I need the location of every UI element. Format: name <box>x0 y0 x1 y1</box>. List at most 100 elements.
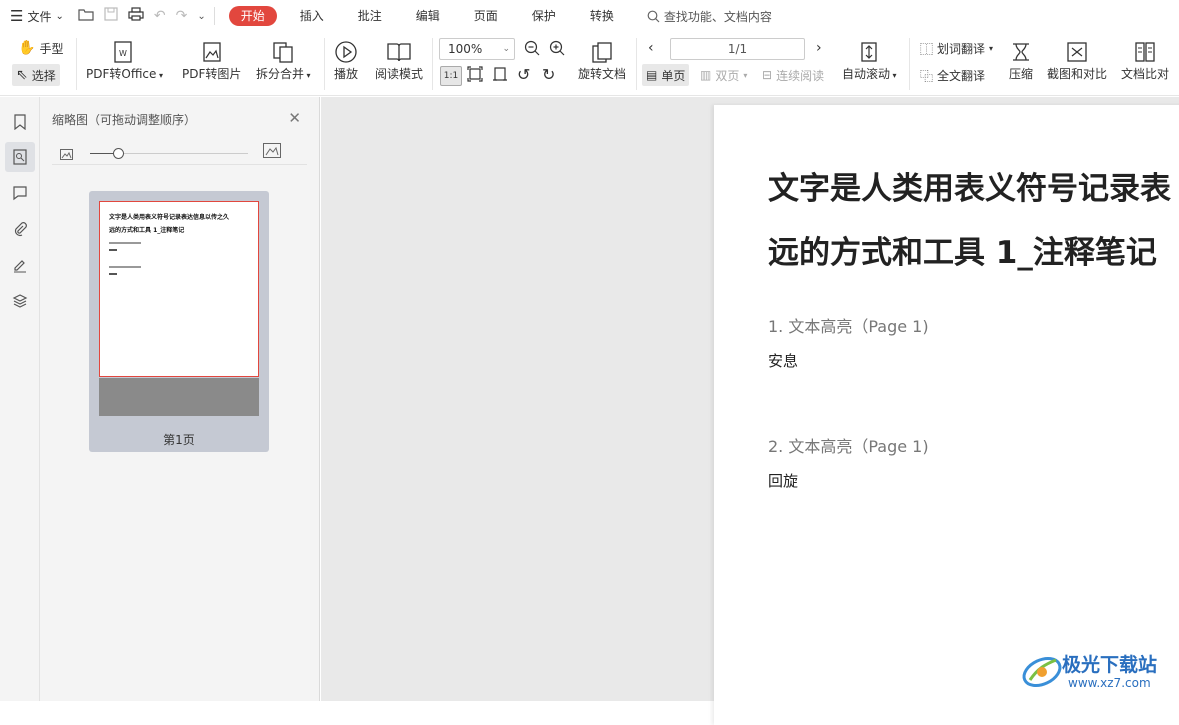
file-menu-label: 文件 <box>27 9 52 24</box>
continuous-read-button[interactable]: ⊟ 连续阅读 <box>758 64 828 86</box>
image-icon <box>200 38 224 66</box>
thumbnail-text-line: 文字是人类用表义符号记录表达信息以传之久 <box>109 214 230 221</box>
auto-scroll-icon <box>857 38 881 66</box>
split-merge-button[interactable]: 拆分合并 ▾ <box>256 38 311 84</box>
thumbnail-footer <box>99 378 259 416</box>
tab-edit[interactable]: 编辑 <box>399 0 457 32</box>
split-merge-icon <box>271 38 295 66</box>
close-icon[interactable]: ✕ <box>288 109 301 127</box>
single-page-icon: ▤ <box>646 68 658 82</box>
doc-compare-button[interactable]: 文档比对 <box>1121 38 1169 82</box>
word-translate-label: 划词翻译 <box>937 41 986 56</box>
play-button[interactable]: 播放 <box>334 38 358 82</box>
compare-icon <box>1133 38 1157 66</box>
compress-button[interactable]: 压缩 <box>1009 38 1033 82</box>
zoom-value: 100% <box>448 42 483 56</box>
small-image-icon <box>60 145 73 164</box>
continuous-read-label: 连续阅读 <box>776 68 825 83</box>
attachment-icon[interactable] <box>5 214 35 244</box>
hand-tool-button[interactable]: ✋ 手型 <box>14 37 67 59</box>
thumbnail-size-slider[interactable] <box>52 141 307 165</box>
pdf-to-image-label: PDF转图片 <box>182 67 242 81</box>
select-tool-button[interactable]: ⇖ 选择 <box>12 64 60 86</box>
document-title-line1: 文字是人类用表义符号记录表 <box>768 171 1171 207</box>
file-menu[interactable]: ☰ 文件 ⌄ <box>10 7 64 25</box>
menu-bar: ☰ 文件 ⌄ ↶ ↷ ⌄ 开始 插入 批注 编辑 页面 保护 转换 查找功能、文… <box>0 0 1179 32</box>
zoom-select[interactable]: 100% ⌄ <box>439 38 515 60</box>
split-merge-label: 拆分合并 <box>256 67 305 81</box>
ribbon-toolbar: ✋ 手型 ⇖ 选择 W PDF转Office ▾ PDF转图片 拆分合并 ▾ 播… <box>0 32 1179 96</box>
translate-icon: ⿰ <box>920 42 934 58</box>
single-page-button[interactable]: ▤ 单页 <box>642 64 690 86</box>
rotate-right-icon[interactable]: ↻ <box>542 65 555 84</box>
svg-text:W: W <box>119 49 127 58</box>
redo-icon[interactable]: ↷ <box>176 8 188 24</box>
chevron-down-icon: ⌄ <box>502 44 510 54</box>
prev-page-icon[interactable]: ‹ <box>648 40 654 56</box>
page-thumbnail[interactable]: 文字是人类用表义符号记录表达信息以传之久 远的方式和工具 1_注释笔记 第1页 <box>89 191 269 452</box>
compress-icon <box>1009 38 1033 66</box>
double-page-label: 双页 <box>715 68 740 83</box>
undo-icon[interactable]: ↶ <box>154 8 166 24</box>
panel-title: 缩略图（可拖动调整顺序） <box>52 113 197 127</box>
watermark-title: 极光下载站 <box>1062 654 1158 676</box>
full-translate-icon: ⿻ <box>920 69 934 85</box>
read-mode-button[interactable]: 阅读模式 <box>375 38 423 82</box>
bookmark-icon[interactable] <box>5 107 35 137</box>
toolbar-divider <box>76 38 77 90</box>
hand-icon: ✋ <box>18 40 36 56</box>
toolbar-divider <box>432 38 433 90</box>
slider-knob[interactable] <box>113 148 125 159</box>
crop-compare-button[interactable]: 截图和对比 <box>1047 38 1107 82</box>
rotate-left-icon[interactable]: ↺ <box>517 65 530 84</box>
thumbnail-icon[interactable] <box>5 142 35 172</box>
signature-icon[interactable] <box>5 250 35 280</box>
layers-icon[interactable] <box>5 286 35 316</box>
watermark-logo: 极光下载站 www.xz7.com <box>1020 648 1170 696</box>
actual-size-button[interactable]: 1:1 <box>440 66 462 86</box>
tab-page[interactable]: 页面 <box>457 0 515 32</box>
thumbnail-text-line: 远的方式和工具 1_注释笔记 <box>109 227 185 234</box>
screenshot-icon <box>1064 38 1090 66</box>
open-folder-icon[interactable] <box>78 7 94 25</box>
double-page-button[interactable]: ▥ 双页 ▾ <box>696 64 751 86</box>
single-page-label: 单页 <box>661 68 686 83</box>
annotation-body: 回旋 <box>768 472 799 490</box>
word-translate-button[interactable]: ⿰ 划词翻译 ▾ <box>916 37 997 59</box>
toolbar-divider <box>324 38 325 90</box>
print-icon[interactable] <box>128 7 144 25</box>
search-box[interactable]: 查找功能、文档内容 <box>647 8 772 25</box>
thumbnail-line <box>109 273 117 275</box>
save-icon[interactable] <box>104 7 118 25</box>
doc-compare-label: 文档比对 <box>1121 67 1170 81</box>
full-translate-button[interactable]: ⿻ 全文翻译 <box>916 64 989 86</box>
continuous-read-icon: ⊟ <box>762 68 773 82</box>
tab-protect[interactable]: 保护 <box>515 0 573 32</box>
thumbnail-panel: 缩略图（可拖动调整顺序） ✕ 文字是人类用表义符号记录表达信息以传之久 远的方式… <box>40 97 320 701</box>
comment-icon[interactable] <box>5 178 35 208</box>
document-viewport[interactable]: 文字是人类用表义符号记录表 远的方式和工具 1_注释笔记 1. 文本高亮（Pag… <box>321 97 1179 725</box>
pdf-to-image-button[interactable]: PDF转图片 <box>182 38 241 82</box>
page-number-input[interactable]: 1/1 <box>670 38 805 60</box>
tab-annotate[interactable]: 批注 <box>341 0 399 32</box>
auto-scroll-button[interactable]: 自动滚动 ▾ <box>842 38 897 84</box>
next-page-icon[interactable]: › <box>816 40 822 56</box>
play-icon <box>334 38 358 66</box>
document-title-line2: 远的方式和工具 1_注释笔记 <box>768 235 1157 271</box>
tab-start[interactable]: 开始 <box>228 6 277 26</box>
thumbnail-line <box>109 249 117 251</box>
fit-page-icon[interactable] <box>467 66 483 86</box>
fit-width-icon[interactable] <box>492 66 508 86</box>
tab-insert[interactable]: 插入 <box>283 0 341 32</box>
crop-compare-label: 截图和对比 <box>1047 67 1108 81</box>
annotation-body: 安息 <box>768 352 799 370</box>
zoom-out-icon[interactable] <box>524 40 540 60</box>
more-dropdown-icon[interactable]: ⌄ <box>197 11 205 22</box>
rotate-doc-button[interactable]: 旋转文档 <box>578 38 626 82</box>
tab-convert[interactable]: 转换 <box>573 0 631 32</box>
thumbnail-page-label: 第1页 <box>163 433 195 447</box>
pdf-to-office-button[interactable]: W PDF转Office ▾ <box>86 38 163 84</box>
zoom-in-icon[interactable] <box>549 40 565 60</box>
cursor-icon: ⇖ <box>16 67 28 83</box>
rotate-doc-label: 旋转文档 <box>578 67 627 81</box>
